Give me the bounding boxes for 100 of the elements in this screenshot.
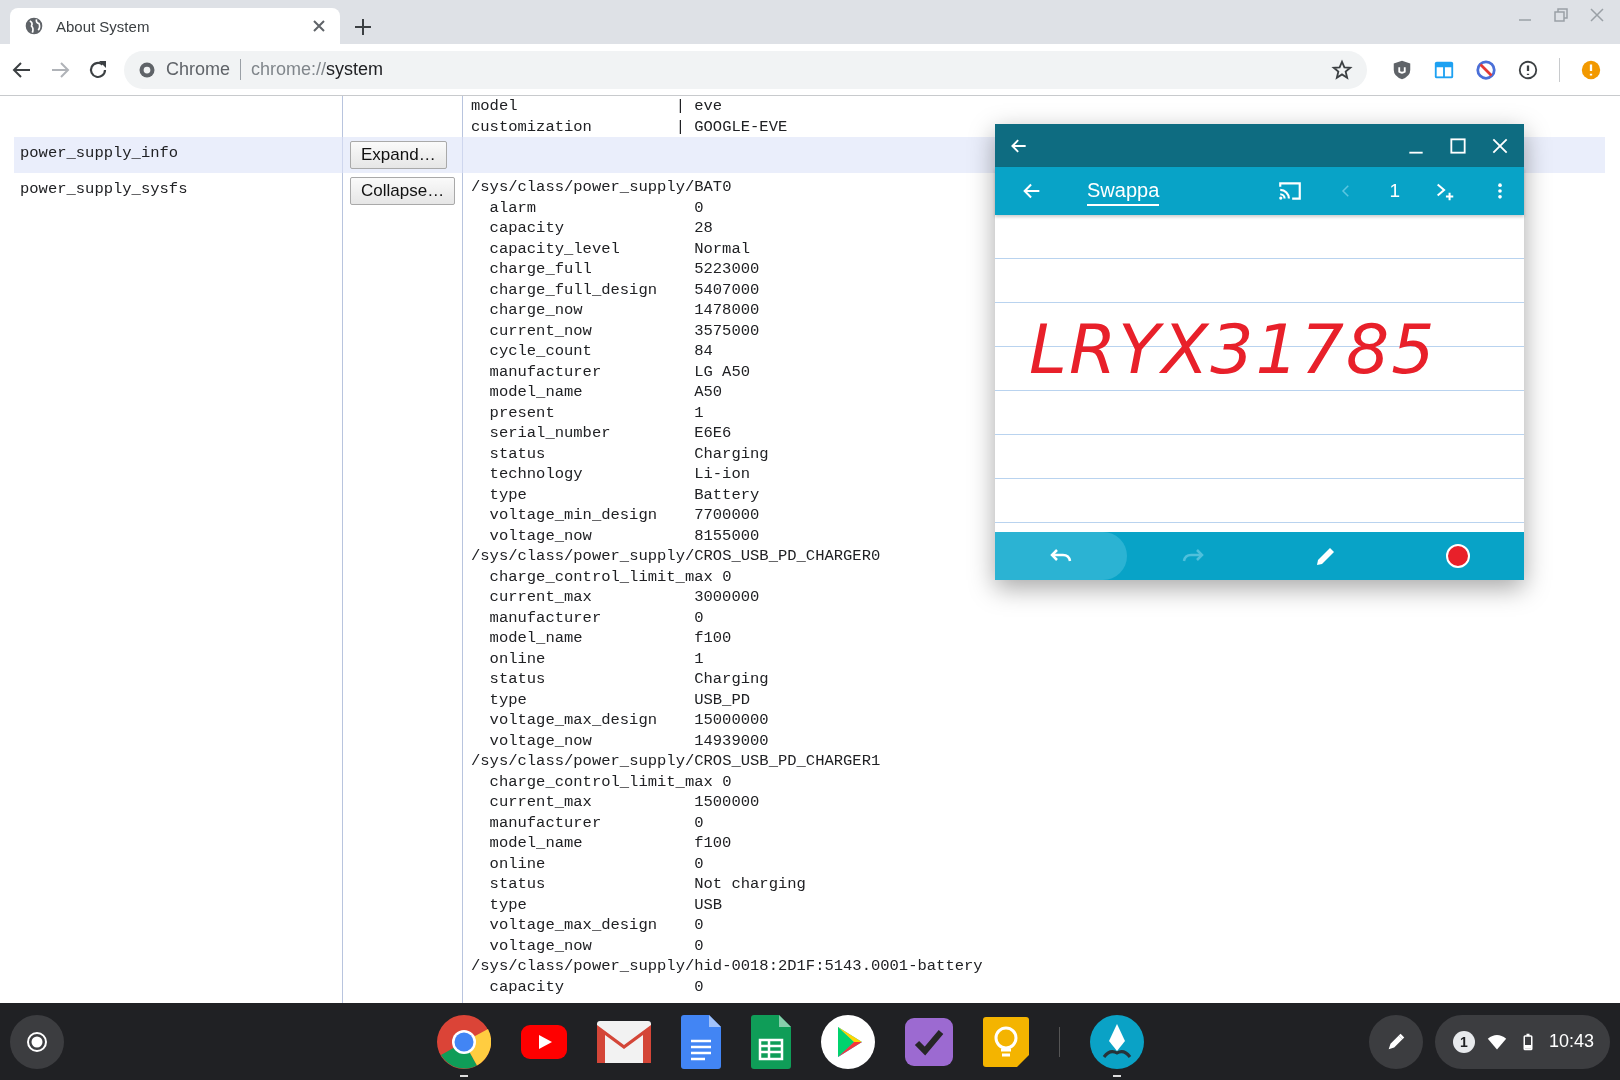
sysfs-value: 1 xyxy=(694,648,704,669)
sysfs-value: 5223000 xyxy=(694,259,760,280)
sysfs-value: 1478000 xyxy=(694,300,760,321)
sysfs-key: status xyxy=(489,874,695,895)
globe-icon xyxy=(24,16,44,36)
sysfs-value: 0 xyxy=(722,771,732,792)
star-icon[interactable] xyxy=(1331,58,1353,81)
page-chip: Chrome xyxy=(166,59,242,80)
sysfs-value: Not charging xyxy=(694,874,806,895)
sysfs-key: voltage_max_design xyxy=(489,710,695,731)
sysfs-value: USB xyxy=(694,894,723,915)
pen-color-swatch[interactable] xyxy=(1445,544,1470,568)
sysfs-path: /sys/class/power_supply/hid-0018:2D1F:5143.0001-battery xyxy=(471,956,983,977)
notification-count: 1 xyxy=(1452,1030,1475,1053)
sysfs-value: 0 xyxy=(722,566,732,587)
clock-time: 10:43 xyxy=(1548,1031,1594,1052)
lined-canvas[interactable]: LRYX31785 xyxy=(995,215,1524,532)
sysfs-key: current_now xyxy=(489,320,695,341)
sysfs-key: serial_number xyxy=(489,423,695,444)
log-name: power_supply_info xyxy=(20,143,179,164)
sysfs-key: technology xyxy=(489,464,695,485)
sysfs-key: model_name xyxy=(489,833,695,854)
sysfs-key: charge_full_design xyxy=(489,279,695,300)
sysfs-key: current_max xyxy=(489,792,695,813)
handwriting: LRYX31785 xyxy=(1029,310,1437,390)
lightbulb-icon[interactable] xyxy=(983,1016,1029,1067)
page-number: 1 xyxy=(1389,180,1400,202)
sysfs-value: 8155000 xyxy=(694,525,760,546)
checkmark-icon[interactable] xyxy=(905,1017,953,1066)
sysfs-value: f100 xyxy=(694,833,732,854)
address-bar[interactable]: Chrome chrome://system xyxy=(124,50,1367,89)
sysfs-key: online xyxy=(489,853,695,874)
sysfs-value: Charging xyxy=(694,669,769,690)
sysfs-key: manufacturer xyxy=(489,361,695,382)
document-icon[interactable] xyxy=(681,1014,721,1069)
info-value: eve xyxy=(694,96,723,117)
sysfs-key: present xyxy=(489,402,695,423)
sysfs-key: type xyxy=(489,484,695,505)
running-indicator xyxy=(460,1074,468,1077)
sysfs-key: voltage_now xyxy=(489,525,695,546)
sysfs-value: 1 xyxy=(694,402,704,423)
sysfs-value: A50 xyxy=(694,382,723,403)
spreadsheet-icon[interactable] xyxy=(751,1014,791,1069)
sysfs-key: online xyxy=(489,648,695,669)
sysfs-value: USB_PD xyxy=(694,689,751,710)
toggle-button[interactable]: Expand… xyxy=(350,141,447,169)
sysfs-key: status xyxy=(489,443,695,464)
sysfs-value: Li-ion xyxy=(694,464,751,485)
sysfs-value: 0 xyxy=(694,812,704,833)
sysfs-value: 3575000 xyxy=(694,320,760,341)
log-name: power_supply_sysfs xyxy=(20,179,188,200)
sysfs-value: 0 xyxy=(694,935,704,956)
page-info-icon xyxy=(138,60,156,79)
circle-logo-icon[interactable] xyxy=(437,1014,491,1069)
envelope-icon[interactable] xyxy=(597,1020,651,1063)
sysfs-value: 0 xyxy=(694,915,704,936)
sysfs-value: 1500000 xyxy=(694,792,760,813)
sysfs-key: voltage_now xyxy=(489,730,695,751)
browser-tab[interactable]: About System xyxy=(10,8,340,44)
sysfs-key: charge_control_limit_max xyxy=(489,771,723,792)
status-tray[interactable]: 1 10:43 xyxy=(1434,1014,1610,1069)
toggle-button[interactable]: Collapse… xyxy=(350,177,456,205)
sysfs-value: Charging xyxy=(694,443,769,464)
sysfs-key: manufacturer xyxy=(489,812,695,833)
sysfs-value: 14939000 xyxy=(694,730,769,751)
sysfs-key: capacity_level xyxy=(489,238,695,259)
play-button-icon[interactable] xyxy=(521,1024,567,1059)
sysfs-value: 3000000 xyxy=(694,587,760,608)
sysfs-key: charge_now xyxy=(489,300,695,321)
maximize-icon[interactable] xyxy=(1448,135,1468,156)
sysfs-value: 28 xyxy=(694,218,713,239)
shield-icon[interactable] xyxy=(1391,58,1413,81)
sysfs-value: 84 xyxy=(694,341,713,362)
close-icon[interactable] xyxy=(312,19,326,33)
sysfs-key: capacity xyxy=(489,218,695,239)
launcher-button[interactable] xyxy=(10,1014,64,1069)
launcher-icon xyxy=(26,1030,48,1053)
sysfs-value: 0 xyxy=(694,853,704,874)
sysfs-path: /sys/class/power_supply/CROS_USB_PD_CHARGER1 xyxy=(471,751,881,772)
sysfs-value: Battery xyxy=(694,484,760,505)
sysfs-path: /sys/class/power_supply/CROS_USB_PD_CHARGER0 xyxy=(471,546,881,567)
sysfs-key: status xyxy=(489,669,695,690)
sysfs-key: voltage_now xyxy=(489,935,695,956)
sysfs-value: 0 xyxy=(694,197,704,218)
blocked-circle-icon[interactable] xyxy=(1475,58,1497,81)
sysfs-key: type xyxy=(489,689,695,710)
new-tab-icon[interactable] xyxy=(354,18,372,36)
sysfs-value: E6E6 xyxy=(694,423,732,444)
sysfs-value: 5407000 xyxy=(694,279,760,300)
sysfs-value: 0 xyxy=(694,607,704,628)
info-icon[interactable] xyxy=(1517,58,1539,81)
info-value: GOOGLE-EVE xyxy=(694,116,788,137)
pen-nib-icon[interactable] xyxy=(1090,1014,1144,1069)
sysfs-value: 15000000 xyxy=(694,710,769,731)
info-key: customization xyxy=(471,116,676,137)
sysfs-key: alarm xyxy=(489,197,695,218)
sysfs-key: charge_full xyxy=(489,259,695,280)
running-indicator xyxy=(1113,1074,1121,1077)
sysfs-value: 7700000 xyxy=(694,505,760,526)
sysfs-key: type xyxy=(489,894,695,915)
